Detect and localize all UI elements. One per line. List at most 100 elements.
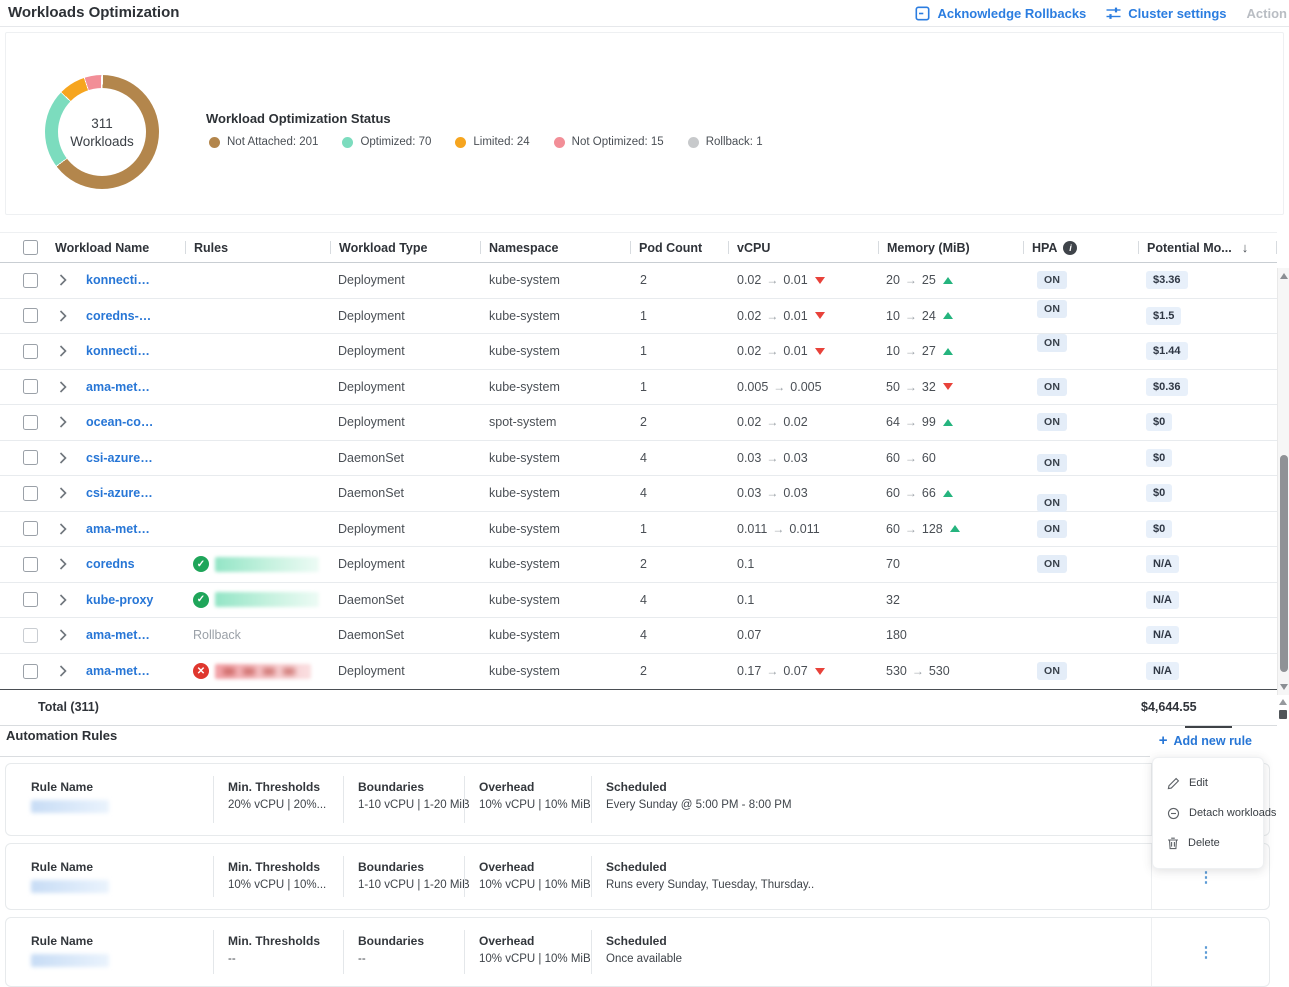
workload-name-link[interactable]: ama-met… xyxy=(80,664,150,678)
row-checkbox[interactable] xyxy=(23,344,38,359)
workload-name-link[interactable]: coredns-… xyxy=(80,309,151,323)
chevron-right-icon[interactable] xyxy=(59,487,67,499)
column-separator xyxy=(464,776,465,823)
col-memory[interactable]: Memory (MiB) xyxy=(878,233,1023,262)
scroll-down-arrow[interactable] xyxy=(1280,684,1288,690)
scrollbar-thumb[interactable] xyxy=(1280,455,1288,672)
row-checkbox[interactable] xyxy=(23,628,38,643)
col-vcpu[interactable]: vCPU xyxy=(728,233,878,262)
potential-cell: $3.36 xyxy=(1138,271,1277,289)
workload-name-link[interactable]: ocean-co… xyxy=(80,415,153,429)
row-checkbox[interactable] xyxy=(23,273,38,288)
vcpu-cell: 0.1 xyxy=(728,557,878,571)
row-checkbox[interactable] xyxy=(23,664,38,679)
column-separator xyxy=(343,776,344,823)
workload-type-cell: DaemonSet xyxy=(330,593,480,607)
sort-descending-icon[interactable]: ↓ xyxy=(1242,240,1249,255)
row-checkbox[interactable] xyxy=(23,415,38,430)
acknowledge-label: Acknowledge Rollbacks xyxy=(937,6,1086,21)
chevron-right-icon[interactable] xyxy=(59,274,67,286)
chevron-right-icon[interactable] xyxy=(59,310,67,322)
actions-button[interactable]: Action xyxy=(1247,6,1287,21)
checkbox-cell xyxy=(0,628,46,643)
table-vertical-scrollbar[interactable] xyxy=(1277,268,1289,695)
hpa-on-badge: ON xyxy=(1037,334,1067,352)
row-checkbox[interactable] xyxy=(23,521,38,536)
cluster-settings-button[interactable]: Cluster settings xyxy=(1106,6,1226,21)
chevron-right-icon[interactable] xyxy=(59,665,67,677)
workload-name-link[interactable]: ama-met… xyxy=(80,628,150,642)
col-workload-name[interactable]: Workload Name xyxy=(46,233,185,262)
col-pod-count[interactable]: Pod Count xyxy=(630,233,728,262)
kebab-menu-icon[interactable]: ⋮ xyxy=(1196,943,1216,961)
chevron-right-icon[interactable] xyxy=(59,558,67,570)
col-namespace[interactable]: Namespace xyxy=(480,233,630,262)
potential-savings-badge: $0 xyxy=(1146,449,1172,467)
chevron-right-icon[interactable] xyxy=(59,523,67,535)
col-workload-type[interactable]: Workload Type xyxy=(330,233,480,262)
namespace-cell: kube-system xyxy=(480,522,630,536)
workload-name-link[interactable]: csi-azure… xyxy=(80,486,153,500)
rules-cell: Rollback xyxy=(185,628,330,642)
memory-cell: 60→66 xyxy=(878,486,1023,500)
vcpu-cell: 0.005→0.005 xyxy=(728,380,878,394)
select-all-checkbox[interactable] xyxy=(23,240,38,255)
acknowledge-rollbacks-button[interactable]: Acknowledge Rollbacks xyxy=(915,6,1086,21)
menu-item-detach-workloads[interactable]: Detach workloads xyxy=(1153,798,1263,828)
row-checkbox[interactable] xyxy=(23,450,38,465)
workload-name-link[interactable]: kube-proxy xyxy=(80,593,153,607)
automation-rules-title: Automation Rules xyxy=(6,728,117,743)
min-thresholds-value: 20% vCPU | 20%... xyxy=(228,799,326,811)
legend-dot xyxy=(342,137,353,148)
row-checkbox[interactable] xyxy=(23,379,38,394)
info-icon[interactable]: i xyxy=(1063,241,1077,255)
mini-scroll-up-arrow[interactable] xyxy=(1279,699,1287,705)
acknowledge-icon xyxy=(915,6,930,21)
col-rules[interactable]: Rules xyxy=(185,233,330,262)
boundaries-label: Boundaries xyxy=(358,860,470,874)
row-checkbox[interactable] xyxy=(23,592,38,607)
row-checkbox[interactable] xyxy=(23,486,38,501)
chevron-right-icon[interactable] xyxy=(59,416,67,428)
col-potential-savings[interactable]: Potential Mo...↓ xyxy=(1138,233,1277,262)
scroll-up-arrow[interactable] xyxy=(1280,273,1288,279)
min-thresholds-label: Min. Thresholds xyxy=(228,780,326,794)
column-separator xyxy=(343,930,344,974)
expand-cell xyxy=(46,274,80,286)
trend-down-icon xyxy=(815,668,825,675)
menu-item-edit[interactable]: Edit xyxy=(1153,768,1263,798)
add-new-rule-button[interactable]: + Add new rule xyxy=(1159,732,1252,749)
hpa-on-badge: ON xyxy=(1037,300,1067,318)
legend-dot xyxy=(455,137,466,148)
workload-name-link[interactable]: ama-met… xyxy=(80,380,150,394)
workload-name-link[interactable]: konnecti… xyxy=(80,344,150,358)
boundaries-block: Boundaries -- xyxy=(358,934,424,965)
col-hpa[interactable]: HPAi xyxy=(1023,233,1138,262)
workload-name-link[interactable]: csi-azure… xyxy=(80,451,153,465)
workload-name-link[interactable]: ama-met… xyxy=(80,522,150,536)
rule-context-menu: Edit Detach workloads Delete xyxy=(1152,757,1264,869)
column-separator xyxy=(213,776,214,823)
workload-name-link[interactable]: coredns xyxy=(80,557,135,571)
chevron-right-icon[interactable] xyxy=(59,452,67,464)
chevron-right-icon[interactable] xyxy=(59,345,67,357)
rule-name-block: Rule Name xyxy=(31,780,109,813)
row-checkbox[interactable] xyxy=(23,308,38,323)
potential-cell: $0 xyxy=(1138,520,1277,538)
chevron-right-icon[interactable] xyxy=(59,594,67,606)
menu-item-delete[interactable]: Delete xyxy=(1153,828,1263,858)
workload-name-link[interactable]: konnecti… xyxy=(80,273,150,287)
row-checkbox[interactable] xyxy=(23,557,38,572)
donut-center-label: 311 Workloads xyxy=(45,75,159,189)
vcpu-cell: 0.1 xyxy=(728,593,878,607)
kebab-menu-icon[interactable]: ⋮ xyxy=(1196,868,1216,886)
chevron-right-icon[interactable] xyxy=(59,629,67,641)
legend-dot xyxy=(209,137,220,148)
horizontal-scrollbar-thumb[interactable] xyxy=(1185,726,1232,728)
chevron-right-icon[interactable] xyxy=(59,381,67,393)
table-row: ama-met… Deployment kube-system 1 0.011→… xyxy=(0,512,1277,548)
hpa-on-badge: ON xyxy=(1037,494,1067,512)
min-thresholds-block: Min. Thresholds -- xyxy=(228,934,320,965)
legend-item: Limited: 24 xyxy=(455,136,529,148)
legend-item: Not Attached: 201 xyxy=(209,136,318,148)
